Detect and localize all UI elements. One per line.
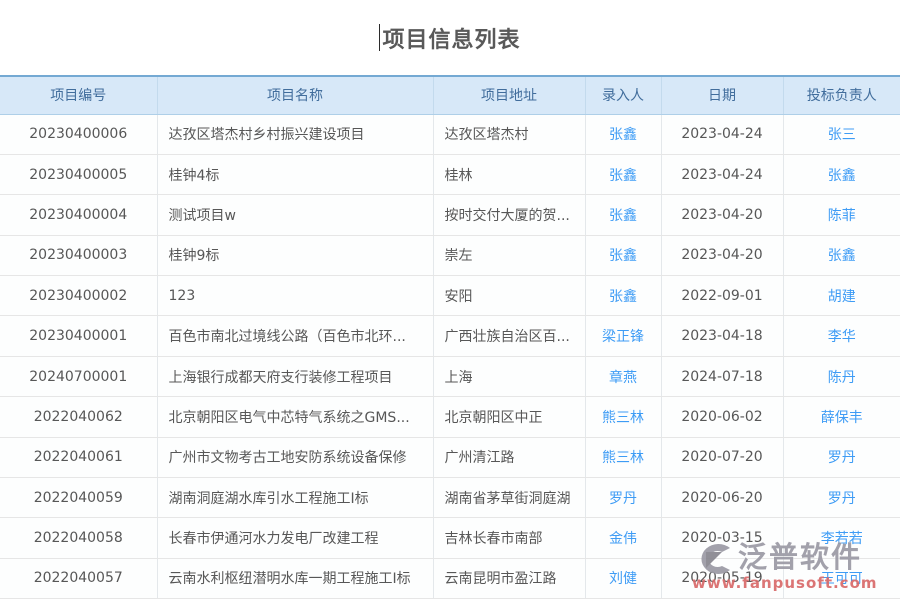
cell-project-code: 20240700001: [0, 356, 157, 396]
column-header-3: 录入人: [585, 76, 661, 114]
cell-project-code: 20230400006: [0, 114, 157, 154]
cell-project-address: 广西壮族自治区百...: [433, 316, 585, 356]
entry-person-link[interactable]: 张鑫: [585, 195, 661, 235]
cell-project-name: 湖南洞庭湖水库引水工程施工I标: [157, 478, 433, 518]
cell-date: 2023-04-20: [661, 195, 783, 235]
project-table: 项目编号项目名称项目地址录入人日期投标负责人 20230400006达孜区塔杰村…: [0, 75, 900, 599]
table-row: 2022040061广州市文物考古工地安防系统设备保修广州清江路熊三林2020-…: [0, 437, 900, 477]
column-header-0: 项目编号: [0, 76, 157, 114]
column-header-1: 项目名称: [157, 76, 433, 114]
table-row: 2022040058长春市伊通河水力发电厂改建工程吉林长春市南部金伟2020-0…: [0, 518, 900, 558]
cell-project-code: 2022040061: [0, 437, 157, 477]
cell-project-code: 2022040062: [0, 397, 157, 437]
bid-manager-link[interactable]: 罗丹: [783, 437, 900, 477]
table-row: 20230400003桂钟9标崇左张鑫2023-04-20张鑫: [0, 235, 900, 275]
cell-project-address: 桂林: [433, 154, 585, 194]
cell-date: 2020-06-20: [661, 478, 783, 518]
cell-date: 2020-06-02: [661, 397, 783, 437]
table-row: 20240700001上海银行成都天府支行装修工程项目上海章燕2024-07-1…: [0, 356, 900, 396]
cell-date: 2023-04-24: [661, 154, 783, 194]
cell-date: 2020-03-15: [661, 518, 783, 558]
entry-person-link[interactable]: 熊三林: [585, 437, 661, 477]
cell-project-name: 北京朝阳区电气中芯特气系统之GMS...: [157, 397, 433, 437]
table-row: 2022040057云南水利枢纽潜明水库一期工程施工I标云南昆明市盈江路刘健20…: [0, 558, 900, 598]
cell-project-address: 崇左: [433, 235, 585, 275]
cell-date: 2023-04-18: [661, 316, 783, 356]
cell-project-code: 20230400002: [0, 276, 157, 316]
bid-manager-link[interactable]: 李若若: [783, 518, 900, 558]
cell-date: 2020-07-20: [661, 437, 783, 477]
entry-person-link[interactable]: 张鑫: [585, 276, 661, 316]
cell-project-name: 达孜区塔杰村乡村振兴建设项目: [157, 114, 433, 154]
page-title: 项目信息列表: [382, 22, 520, 54]
cell-date: 2024-07-18: [661, 356, 783, 396]
cell-project-name: 广州市文物考古工地安防系统设备保修: [157, 437, 433, 477]
cell-project-code: 20230400005: [0, 154, 157, 194]
cell-date: 2022-09-01: [661, 276, 783, 316]
entry-person-link[interactable]: 金伟: [585, 518, 661, 558]
cell-project-address: 云南昆明市盈江路: [433, 558, 585, 598]
cell-project-name: 123: [157, 276, 433, 316]
cell-date: 2020-05-19: [661, 558, 783, 598]
project-info-page: 项目信息列表 项目编号项目名称项目地址录入人日期投标负责人 2023040000…: [0, 0, 900, 600]
column-header-2: 项目地址: [433, 76, 585, 114]
bid-manager-link[interactable]: 罗丹: [783, 478, 900, 518]
entry-person-link[interactable]: 罗丹: [585, 478, 661, 518]
entry-person-link[interactable]: 熊三林: [585, 397, 661, 437]
table-row: 20230400002123安阳张鑫2022-09-01胡建: [0, 276, 900, 316]
cell-project-address: 按时交付大厦的贺...: [433, 195, 585, 235]
column-header-5: 投标负责人: [783, 76, 900, 114]
cell-project-name: 云南水利枢纽潜明水库一期工程施工I标: [157, 558, 433, 598]
cell-project-name: 长春市伊通河水力发电厂改建工程: [157, 518, 433, 558]
table-row: 20230400004测试项目w按时交付大厦的贺...张鑫2023-04-20陈…: [0, 195, 900, 235]
bid-manager-link[interactable]: 张三: [783, 114, 900, 154]
cell-project-address: 达孜区塔杰村: [433, 114, 585, 154]
bid-manager-link[interactable]: 张鑫: [783, 154, 900, 194]
bid-manager-link[interactable]: 薛保丰: [783, 397, 900, 437]
bid-manager-link[interactable]: 陈菲: [783, 195, 900, 235]
cell-project-name: 上海银行成都天府支行装修工程项目: [157, 356, 433, 396]
cell-project-code: 2022040057: [0, 558, 157, 598]
cell-project-code: 20230400001: [0, 316, 157, 356]
table-row: 2022040059湖南洞庭湖水库引水工程施工I标湖南省茅草街洞庭湖罗丹2020…: [0, 478, 900, 518]
cell-date: 2023-04-24: [661, 114, 783, 154]
bid-manager-link[interactable]: 张鑫: [783, 235, 900, 275]
column-header-4: 日期: [661, 76, 783, 114]
cell-project-address: 安阳: [433, 276, 585, 316]
cell-project-name: 桂钟9标: [157, 235, 433, 275]
cell-date: 2023-04-20: [661, 235, 783, 275]
cell-project-code: 20230400004: [0, 195, 157, 235]
table-row: 20230400005桂钟4标桂林张鑫2023-04-24张鑫: [0, 154, 900, 194]
cell-project-code: 2022040058: [0, 518, 157, 558]
cell-project-address: 上海: [433, 356, 585, 396]
entry-person-link[interactable]: 张鑫: [585, 154, 661, 194]
cell-project-code: 20230400003: [0, 235, 157, 275]
entry-person-link[interactable]: 章燕: [585, 356, 661, 396]
table-body: 20230400006达孜区塔杰村乡村振兴建设项目达孜区塔杰村张鑫2023-04…: [0, 114, 900, 599]
cell-project-address: 吉林长春市南部: [433, 518, 585, 558]
title-bar: 项目信息列表: [0, 0, 900, 75]
cell-project-name: 百色市南北过境线公路（百色市北环...: [157, 316, 433, 356]
cell-project-name: 测试项目w: [157, 195, 433, 235]
cell-project-address: 北京朝阳区中正: [433, 397, 585, 437]
bid-manager-link[interactable]: 李华: [783, 316, 900, 356]
cell-project-address: 广州清江路: [433, 437, 585, 477]
cell-project-code: 2022040059: [0, 478, 157, 518]
text-caret: [379, 24, 380, 51]
entry-person-link[interactable]: 刘健: [585, 558, 661, 598]
table-header: 项目编号项目名称项目地址录入人日期投标负责人: [0, 76, 900, 114]
table-row: 2022040062北京朝阳区电气中芯特气系统之GMS...北京朝阳区中正熊三林…: [0, 397, 900, 437]
cell-project-name: 桂钟4标: [157, 154, 433, 194]
table-row: 20230400001百色市南北过境线公路（百色市北环...广西壮族自治区百..…: [0, 316, 900, 356]
table-row: 20230400006达孜区塔杰村乡村振兴建设项目达孜区塔杰村张鑫2023-04…: [0, 114, 900, 154]
cell-project-address: 湖南省茅草街洞庭湖: [433, 478, 585, 518]
entry-person-link[interactable]: 张鑫: [585, 114, 661, 154]
entry-person-link[interactable]: 梁正锋: [585, 316, 661, 356]
bid-manager-link[interactable]: 胡建: [783, 276, 900, 316]
bid-manager-link[interactable]: 陈丹: [783, 356, 900, 396]
bid-manager-link[interactable]: 王可可: [783, 558, 900, 598]
entry-person-link[interactable]: 张鑫: [585, 235, 661, 275]
table-header-row: 项目编号项目名称项目地址录入人日期投标负责人: [0, 76, 900, 114]
